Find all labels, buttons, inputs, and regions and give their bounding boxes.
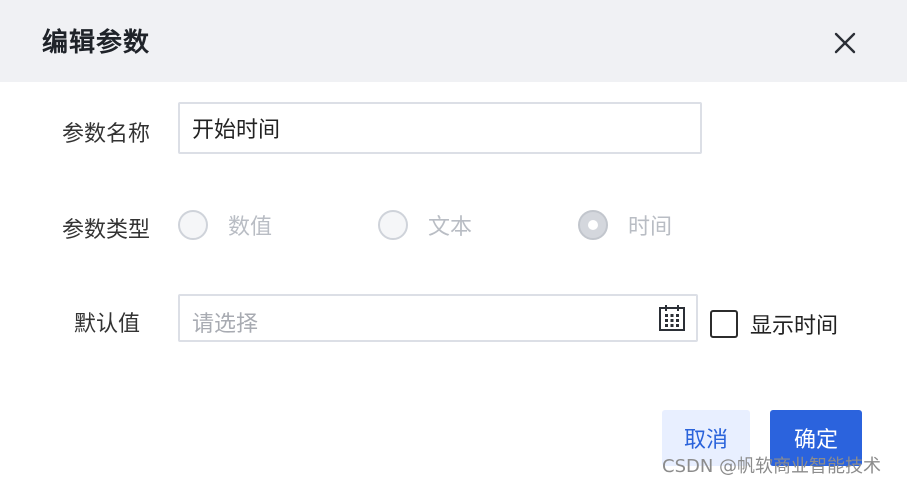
radio-circle — [378, 210, 408, 240]
param-name-input[interactable] — [178, 102, 702, 154]
show-time-checkbox[interactable] — [710, 310, 738, 338]
radio-circle-checked — [578, 210, 608, 240]
type-radio-time[interactable]: 时间 — [578, 209, 672, 241]
type-radio-number[interactable]: 数值 — [178, 209, 272, 241]
type-radio-text[interactable]: 文本 — [378, 209, 472, 241]
close-icon — [834, 32, 856, 54]
radio-label-text: 文本 — [428, 215, 473, 240]
default-value-date-picker[interactable]: 请选择 — [178, 294, 698, 342]
dialog-header: 编辑参数 — [0, 0, 907, 82]
close-button[interactable] — [828, 26, 862, 60]
radio-label-number: 数值 — [228, 215, 273, 240]
watermark-text: CSDN @帆软商业智能技术 — [662, 456, 882, 477]
param-name-label: 参数名称 — [62, 122, 151, 147]
edit-parameter-dialog: 编辑参数 参数名称 参数类型 数值 文本 时间 默认值 请选择 — [0, 0, 907, 483]
default-value-label: 默认值 — [74, 312, 141, 337]
date-placeholder: 请选择 — [192, 312, 259, 337]
param-type-label: 参数类型 — [62, 218, 151, 243]
dialog-title: 编辑参数 — [42, 28, 151, 58]
radio-label-time: 时间 — [628, 215, 673, 240]
radio-circle — [178, 210, 208, 240]
show-time-label: 显示时间 — [750, 314, 839, 339]
calendar-icon[interactable] — [658, 304, 686, 332]
show-time-checkbox-wrap[interactable]: 显示时间 — [710, 308, 838, 340]
